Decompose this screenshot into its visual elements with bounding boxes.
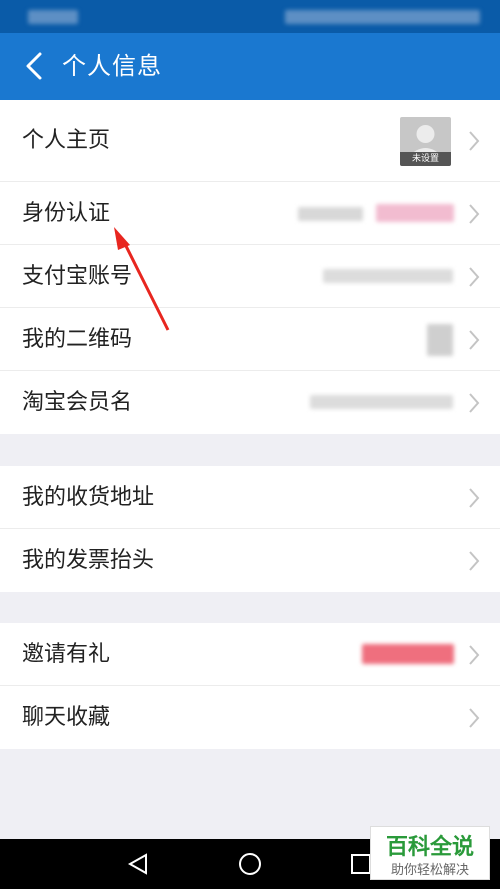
watermark-subtitle: 助你轻松解决 xyxy=(390,863,469,878)
nav-back-icon[interactable] xyxy=(127,853,149,875)
nav-recents-icon[interactable] xyxy=(350,853,372,875)
nav-home-icon[interactable] xyxy=(238,852,262,876)
annotation-arrow-icon xyxy=(114,227,170,331)
watermark-logo: 百科全说 助你轻松解决 xyxy=(370,826,490,880)
watermark-title: 百科全说 xyxy=(385,835,474,860)
